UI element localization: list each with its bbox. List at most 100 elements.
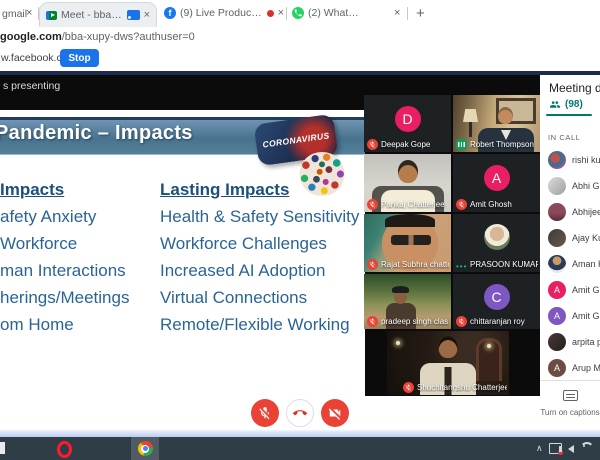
participant-row[interactable]: arpita pa: [548, 333, 600, 351]
participant-row[interactable]: A Amit Gho: [548, 281, 600, 299]
tab-facebook-close-icon[interactable]: ×: [278, 8, 284, 18]
meeting-details-panel: Meeting deta (98) IN CALL rishi kuma Abh…: [540, 75, 600, 425]
participant-row[interactable]: Abhi Gho: [548, 177, 600, 195]
participant-name: pradeep singh clas...: [381, 317, 449, 326]
taskbar: [0, 437, 600, 460]
slide-column-lasting: Lasting Impacts Health & Safety Sensitiv…: [160, 176, 359, 338]
participant-row[interactable]: Abhijeet: [548, 203, 600, 221]
participant-row[interactable]: Ajay Kum: [548, 229, 600, 247]
tab-participants[interactable]: (98): [548, 99, 583, 110]
avatar: A: [548, 359, 566, 377]
mic-muted-icon: [403, 382, 414, 393]
participant-row[interactable]: A Arup Mo: [548, 359, 600, 377]
avatar: [484, 224, 510, 250]
mic-muted-icon: [367, 199, 378, 210]
mic-muted-icon: [456, 316, 467, 327]
participant-name: Deepak Gope: [381, 140, 449, 149]
stop-sharing-button[interactable]: Stop: [60, 49, 99, 67]
lamp-decor: [469, 122, 472, 137]
participant-row[interactable]: A Amit Gho: [548, 307, 600, 325]
slide-right-item: Workforce Challenges: [160, 230, 359, 257]
participant-name: PRASOON KUMAR: [470, 260, 538, 269]
participant-name: chittaranjan roy: [470, 317, 538, 326]
recording-dot-icon: [267, 10, 274, 17]
person-video: [392, 286, 409, 293]
video-tile[interactable]: ••• PRASOON KUMAR: [453, 214, 540, 272]
browser-tab-strip: gmail × Meet - bba-xupy-dws × f (9) Live…: [0, 0, 600, 27]
light-decor: [487, 344, 491, 348]
slide-right-item: Virtual Connections: [160, 284, 359, 311]
video-tile[interactable]: D Deepak Gope: [364, 95, 451, 152]
person-video: [439, 336, 458, 358]
captions-label: Turn on captions: [540, 408, 600, 417]
captions-control[interactable]: Turn on captions: [540, 388, 600, 417]
tab-whatsapp[interactable]: (2) WhatsApp: [292, 7, 362, 19]
participant-row[interactable]: rishi kuma: [548, 151, 600, 169]
tab-meet[interactable]: Meet - bba-xupy-dws ×: [39, 2, 157, 27]
participant-row[interactable]: Aman Ku: [548, 255, 600, 273]
slide-right-item: Health & Safety Sensitivity: [160, 203, 359, 230]
video-tile[interactable]: Rajat Subhra chatte...: [364, 214, 451, 272]
panel-divider: [540, 380, 600, 381]
avatar: [548, 255, 566, 273]
video-tile[interactable]: pradeep singh clas...: [364, 274, 451, 329]
tab-sharing-indicator-icon: [127, 10, 140, 20]
tab-meet-close-icon[interactable]: ×: [144, 10, 150, 20]
camera-off-button[interactable]: [321, 399, 349, 427]
new-tab-button[interactable]: +: [416, 5, 425, 22]
tab-gmail[interactable]: gmail: [2, 8, 27, 20]
video-tile[interactable]: A Amit Ghosh: [453, 154, 540, 212]
address-bar-url: google.com/bba-xupy-dws?authuser=0: [0, 31, 195, 43]
participant-name: Aman Ku: [572, 259, 600, 269]
microphone-off-button[interactable]: [251, 399, 279, 427]
system-tray: ∧: [536, 437, 600, 460]
video-tile[interactable]: Robert Thompson: [453, 95, 540, 152]
participant-count: (98): [565, 99, 583, 110]
participant-name: Abhijeet: [572, 207, 600, 217]
speaking-indicator-icon: •••: [456, 262, 467, 271]
avatar: A: [548, 307, 566, 325]
url-domain: google.com: [0, 31, 62, 43]
video-tile[interactable]: C chittaranjan roy: [453, 274, 540, 329]
chrome-taskbar-button[interactable]: [131, 437, 159, 460]
panel-title: Meeting deta: [549, 81, 600, 95]
avatar: [548, 203, 566, 221]
videocam-off-icon: [328, 406, 342, 420]
tab-whatsapp-close-icon[interactable]: ×: [394, 8, 400, 18]
light-decor: [396, 341, 400, 345]
taskbar-app-icon[interactable]: [0, 442, 5, 454]
whatsapp-favicon-icon: [292, 7, 304, 19]
slide-left-header: Impacts: [0, 176, 129, 203]
tab-whatsapp-title: (2) WhatsApp: [308, 7, 362, 19]
tray-wifi-icon[interactable]: [580, 442, 594, 456]
call-end-icon: [293, 406, 307, 420]
slide-right-item: Remote/Flexible Working: [160, 311, 359, 338]
person-video: [498, 107, 513, 124]
in-call-label: IN CALL: [548, 133, 581, 142]
video-tile[interactable]: Pankaj Chatterjee: [364, 154, 451, 212]
url-path: /bba-xupy-dws?authuser=0: [62, 31, 195, 43]
participant-name: Abhi Gho: [572, 181, 600, 191]
participant-name: Rajat Subhra chatte...: [381, 260, 449, 269]
slide-left-item: Workforce: [0, 230, 129, 257]
tab-facebook[interactable]: f (9) Live Producer | Facebook ×: [164, 7, 284, 19]
avatar: D: [395, 106, 421, 132]
tab-gmail-close-icon[interactable]: ×: [26, 8, 32, 18]
active-tab-underline: [546, 114, 592, 116]
video-tile[interactable]: Shuchitangshu Chatterjee: [387, 331, 509, 395]
slide-right-item: Increased AI Adoption: [160, 257, 359, 284]
participant-name: arpita pa: [572, 337, 600, 347]
tray-volume-icon[interactable]: [568, 445, 574, 453]
facebook-favicon-icon: f: [164, 7, 176, 19]
person-video: [391, 235, 431, 245]
coronavirus-badge-text: CORONAVIRUS: [262, 130, 330, 149]
screen: gmail × Meet - bba-xupy-dws × f (9) Live…: [0, 0, 600, 460]
speaking-indicator-icon: [456, 139, 467, 150]
participant-name: Pankaj Chatterjee: [381, 200, 449, 209]
hang-up-button[interactable]: [286, 399, 314, 427]
avatar: C: [484, 284, 510, 310]
avatar: [548, 229, 566, 247]
tray-expand-icon[interactable]: ∧: [536, 443, 543, 454]
presenting-banner: s presenting: [3, 80, 60, 92]
opera-icon[interactable]: [57, 441, 72, 458]
